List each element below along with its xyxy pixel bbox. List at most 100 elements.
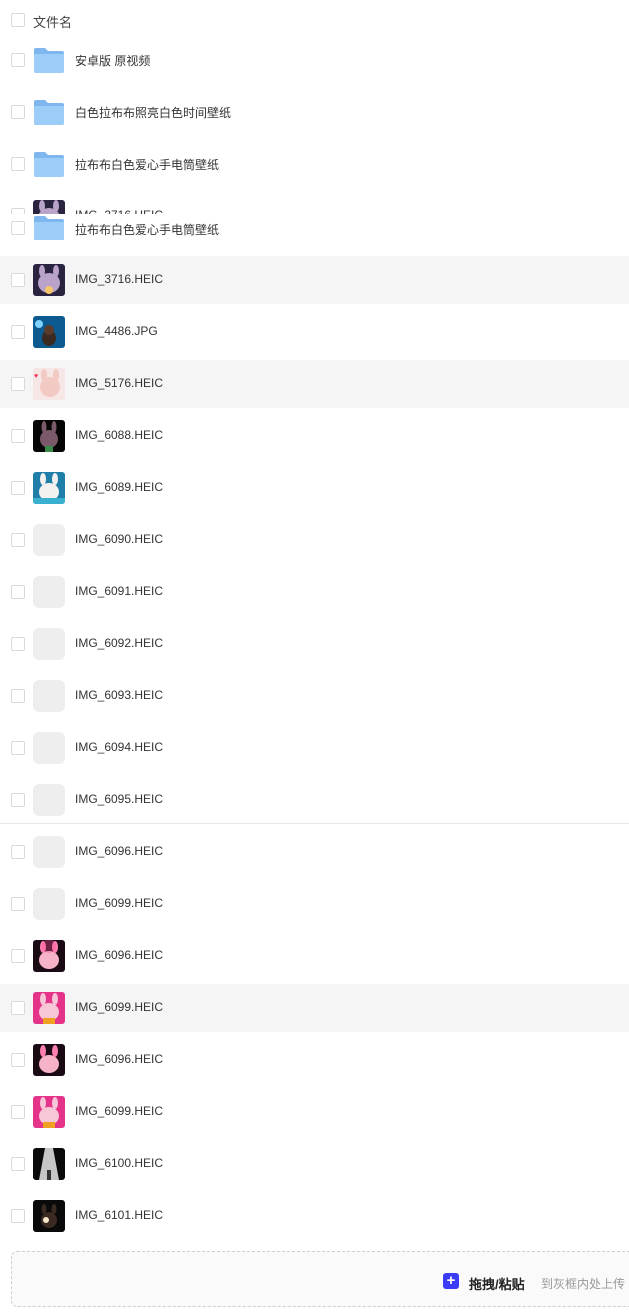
row-checkbox[interactable] — [11, 325, 25, 339]
filename-column-header: 文件名 — [33, 15, 73, 30]
thumbnail-placeholder — [33, 732, 65, 764]
row-checkbox[interactable] — [11, 1157, 25, 1171]
row-checkbox[interactable] — [11, 377, 25, 391]
file-name: 拉布布白色爱心手电筒壁纸 — [75, 158, 220, 172]
file-row[interactable]: IMG_6099.HEIC — [0, 880, 629, 928]
file-row[interactable]: IMG_6091.HEIC — [0, 568, 629, 616]
file-name: IMG_6096.HEIC — [75, 844, 164, 858]
plus-icon[interactable]: + — [443, 1273, 459, 1289]
file-name: IMG_6096.HEIC — [75, 948, 164, 962]
select-all-checkbox[interactable] — [11, 13, 25, 27]
thumbnail-placeholder — [33, 888, 65, 920]
image-thumbnail: ♥ — [33, 368, 65, 400]
file-name: IMG_6091.HEIC — [75, 584, 164, 598]
file-name: IMG_6099.HEIC — [75, 1000, 164, 1014]
image-thumbnail — [33, 420, 65, 452]
file-row[interactable]: IMG_6090.HEIC — [0, 516, 629, 564]
image-thumbnail — [33, 1148, 65, 1180]
image-thumbnail — [33, 940, 65, 972]
drag-paste-label: 拖拽/粘贴 — [469, 1277, 525, 1292]
file-row[interactable]: IMG_6093.HEIC — [0, 672, 629, 720]
file-row[interactable]: ♥ IMG_5176.HEIC — [0, 360, 629, 408]
file-row[interactable]: IMG_6092.HEIC — [0, 620, 629, 668]
file-name: 安卓版 原视频 — [75, 54, 151, 68]
image-thumbnail — [33, 1200, 65, 1232]
dropzone-hint: 到灰框内处上传 — [541, 1277, 626, 1291]
file-row[interactable]: IMG_6096.HEIC — [0, 828, 629, 876]
file-row[interactable]: 拉布布白色爱心手电筒壁纸 — [0, 140, 629, 188]
file-name: IMG_6101.HEIC — [75, 1208, 164, 1222]
row-checkbox[interactable] — [11, 637, 25, 651]
thumbnail-placeholder — [33, 784, 65, 816]
row-checkbox[interactable] — [11, 53, 25, 67]
image-thumbnail — [33, 264, 65, 296]
row-checkbox[interactable] — [11, 105, 25, 119]
file-name: IMG_4486.JPG — [75, 324, 158, 338]
row-divider — [0, 823, 629, 824]
file-row[interactable]: IMG_6101.HEIC — [0, 1192, 629, 1240]
file-row[interactable]: IMG_6096.HEIC — [0, 1036, 629, 1084]
file-row[interactable]: IMG_6099.HEIC — [0, 1088, 629, 1136]
file-name: IMG_6095.HEIC — [75, 792, 164, 806]
row-checkbox[interactable] — [11, 585, 25, 599]
row-checkbox[interactable] — [11, 1053, 25, 1067]
file-name: IMG_3716.HEIC — [75, 272, 164, 286]
folder-icon — [33, 148, 65, 180]
image-thumbnail — [33, 1044, 65, 1076]
file-row[interactable]: IMG_6088.HEIC — [0, 412, 629, 460]
file-row[interactable]: IMG_3716.HEIC — [0, 256, 629, 304]
row-checkbox[interactable] — [11, 897, 25, 911]
ghost-front-row: 拉布布白色爱心手电筒壁纸 — [0, 214, 629, 240]
file-name: IMG_6099.HEIC — [75, 896, 164, 910]
image-thumbnail — [33, 472, 65, 504]
file-row[interactable]: IMG_6095.HEIC — [0, 776, 629, 824]
row-checkbox[interactable] — [11, 1001, 25, 1015]
row-checkbox[interactable] — [11, 793, 25, 807]
upload-dropzone[interactable]: + 拖拽/粘贴 到灰框内处上传 — [11, 1251, 629, 1307]
file-name: IMG_6088.HEIC — [75, 428, 164, 442]
thumbnail-placeholder — [33, 524, 65, 556]
list-header: 文件名 — [0, 0, 629, 40]
file-row[interactable]: IMG_6099.HEIC — [0, 984, 629, 1032]
file-name: IMG_5176.HEIC — [75, 376, 164, 390]
thumbnail-placeholder — [33, 680, 65, 712]
thumbnail-placeholder — [33, 628, 65, 660]
row-checkbox[interactable] — [11, 689, 25, 703]
image-thumbnail — [33, 992, 65, 1024]
row-checkbox[interactable] — [11, 1209, 25, 1223]
image-thumbnail — [33, 1096, 65, 1128]
file-row[interactable]: IMG_6089.HEIC — [0, 464, 629, 512]
folder-icon — [33, 44, 65, 76]
file-row[interactable]: IMG_6094.HEIC — [0, 724, 629, 772]
row-checkbox[interactable] — [11, 1105, 25, 1119]
file-row[interactable]: IMG_6096.HEIC — [0, 932, 629, 980]
row-checkbox[interactable] — [11, 481, 25, 495]
thumbnail-placeholder — [33, 836, 65, 868]
file-row[interactable]: IMG_4486.JPG — [0, 308, 629, 356]
file-name: IMG_6099.HEIC — [75, 1104, 164, 1118]
thumbnail-placeholder — [33, 576, 65, 608]
file-row[interactable]: IMG_6100.HEIC — [0, 1140, 629, 1188]
row-checkbox[interactable] — [11, 429, 25, 443]
file-name: IMG_6093.HEIC — [75, 688, 164, 702]
file-name: IMG_6100.HEIC — [75, 1156, 164, 1170]
file-row[interactable]: 安卓版 原视频 — [0, 36, 629, 84]
file-list-panel: 文件名 安卓版 原视频 白色拉布布照亮白色时间壁纸 拉布布白色爱心手电筒壁纸 I… — [0, 0, 629, 1316]
file-name: IMG_6094.HEIC — [75, 740, 164, 754]
drag-ghost[interactable]: IMG_3716.HEIC 拉布布白色爱心手电筒壁纸 — [0, 200, 629, 240]
file-row[interactable]: 白色拉布布照亮白色时间壁纸 — [0, 88, 629, 136]
row-checkbox[interactable] — [11, 533, 25, 547]
svg-text:♥: ♥ — [34, 373, 38, 380]
row-checkbox[interactable] — [11, 157, 25, 171]
row-checkbox[interactable] — [11, 273, 25, 287]
image-thumbnail — [33, 316, 65, 348]
row-checkbox — [11, 221, 25, 235]
row-checkbox[interactable] — [11, 741, 25, 755]
row-checkbox[interactable] — [11, 949, 25, 963]
file-name: IMG_6092.HEIC — [75, 636, 164, 650]
file-name: IMG_6096.HEIC — [75, 1052, 164, 1066]
file-name: IMG_6090.HEIC — [75, 532, 164, 546]
row-checkbox[interactable] — [11, 845, 25, 859]
folder-icon — [33, 216, 65, 240]
file-name: 白色拉布布照亮白色时间壁纸 — [75, 106, 232, 120]
